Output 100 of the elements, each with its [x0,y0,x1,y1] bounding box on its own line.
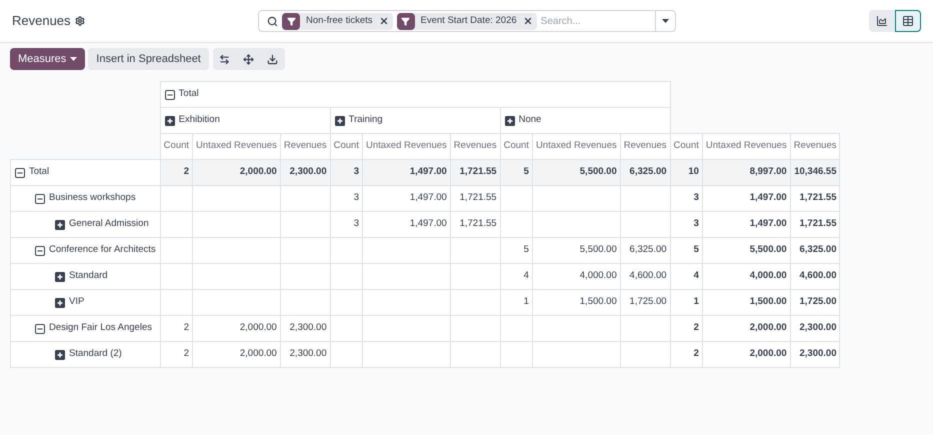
table-cell [280,212,330,238]
table-cell: 4,000.00 [532,264,620,290]
pivot-view-button[interactable] [895,10,921,32]
table-cell: 3 [670,186,702,212]
measure-header[interactable]: Revenues [450,134,500,160]
row-header[interactable]: VIP [10,290,160,316]
row-header[interactable]: General Admission [10,212,160,238]
table-cell: 5 [670,238,702,264]
table-cell: 4 [670,264,702,290]
measure-header[interactable]: Revenues [790,134,840,160]
table-cell [450,316,500,342]
expand-icon[interactable] [55,220,65,230]
table-cell [500,342,532,368]
insert-spreadsheet-button[interactable]: Insert in Spreadsheet [88,48,209,70]
expand-icon[interactable] [504,116,515,126]
swap-icon [219,54,230,64]
table-cell: 4,000.00 [702,264,790,290]
measure-header[interactable]: Count [330,134,362,160]
table-cell [330,290,362,316]
graph-view-button[interactable] [869,10,895,32]
collapse-icon[interactable] [15,168,25,178]
column-header[interactable]: Training [330,108,500,134]
table-cell [500,186,532,212]
table-cell: 2,300.00 [790,316,840,342]
measure-header[interactable]: Revenues [280,134,330,160]
table-cell: 1,497.00 [362,186,450,212]
table-cell [330,342,362,368]
table-cell [450,238,500,264]
table-cell [280,290,330,316]
table-cell [450,342,500,368]
measure-header[interactable]: Count [160,134,193,160]
table-cell: 2,000.00 [192,342,280,368]
table-cell: 1,725.00 [620,290,670,316]
measure-header[interactable]: Count [670,134,702,160]
move-icon [243,54,254,64]
table-cell: 2 [160,160,193,186]
measure-header[interactable]: Revenues [620,134,670,160]
table-cell: 1,721.55 [790,186,840,212]
measures-button[interactable]: Measures [10,48,86,70]
table-cell: 5 [500,160,532,186]
row-header[interactable]: Standard (2) [10,342,160,368]
table-cell [160,238,193,264]
measure-header[interactable]: Untaxed Revenues [362,134,450,160]
table-cell [330,238,362,264]
table-cell: 2,300.00 [280,160,330,186]
table-cell [500,212,532,238]
table-cell: 2,000.00 [702,316,790,342]
table-cell: 1 [670,290,702,316]
column-header[interactable]: Total [160,82,670,108]
table-cell: 1,497.00 [362,160,450,186]
expand-icon[interactable] [164,116,175,126]
row-header[interactable]: Standard [10,264,160,290]
expand-icon[interactable] [55,298,65,308]
table-cell: 2,000.00 [192,160,280,186]
expand-icon[interactable] [55,272,65,282]
flip-axis-button[interactable] [212,48,237,70]
table-cell: 5,500.00 [702,238,790,264]
table-cell: 10,346.55 [790,160,840,186]
table-cell: 6,325.00 [790,238,840,264]
table-cell: 1,725.00 [790,290,840,316]
collapse-icon[interactable] [35,324,45,334]
settings-icon[interactable] [74,16,85,26]
table-cell: 5,500.00 [532,160,620,186]
collapse-icon[interactable] [164,90,175,100]
collapse-icon[interactable] [35,194,45,204]
row-header[interactable]: Total [10,160,160,186]
table-cell [620,316,670,342]
measure-header[interactable]: Untaxed Revenues [702,134,790,160]
table-cell: 2,000.00 [192,316,280,342]
table-cell: 2 [160,316,193,342]
table-cell: 1,721.55 [790,212,840,238]
measure-header[interactable]: Untaxed Revenues [532,134,620,160]
collapse-icon[interactable] [35,246,45,256]
table-cell: 1,497.00 [702,212,790,238]
row-header[interactable]: Design Fair Los Angeles [10,316,160,342]
measure-header[interactable]: Count [500,134,532,160]
table-cell: 3 [330,160,362,186]
table-cell [330,264,362,290]
table-cell: 3 [330,186,362,212]
download-icon [267,54,278,64]
table-cell: 1,497.00 [702,186,790,212]
expand-icon[interactable] [55,350,65,360]
table-cell: 4,600.00 [620,264,670,290]
caret-icon [70,57,78,61]
row-header[interactable]: Business workshops [10,186,160,212]
table-cell [280,238,330,264]
table-cell: 5 [500,238,532,264]
table-cell: 1 [500,290,532,316]
table-cell [620,212,670,238]
table-cell: 2,300.00 [280,342,330,368]
row-header[interactable]: Conference for Architects [10,238,160,264]
column-header[interactable]: Exhibition [160,108,330,134]
table-cell [160,290,193,316]
expand-icon[interactable] [334,116,345,126]
table-cell [160,212,193,238]
column-header[interactable]: None [500,108,670,134]
table-cell [160,186,193,212]
table-cell [450,290,500,316]
download-button[interactable] [260,48,285,70]
measure-header[interactable]: Untaxed Revenues [192,134,280,160]
